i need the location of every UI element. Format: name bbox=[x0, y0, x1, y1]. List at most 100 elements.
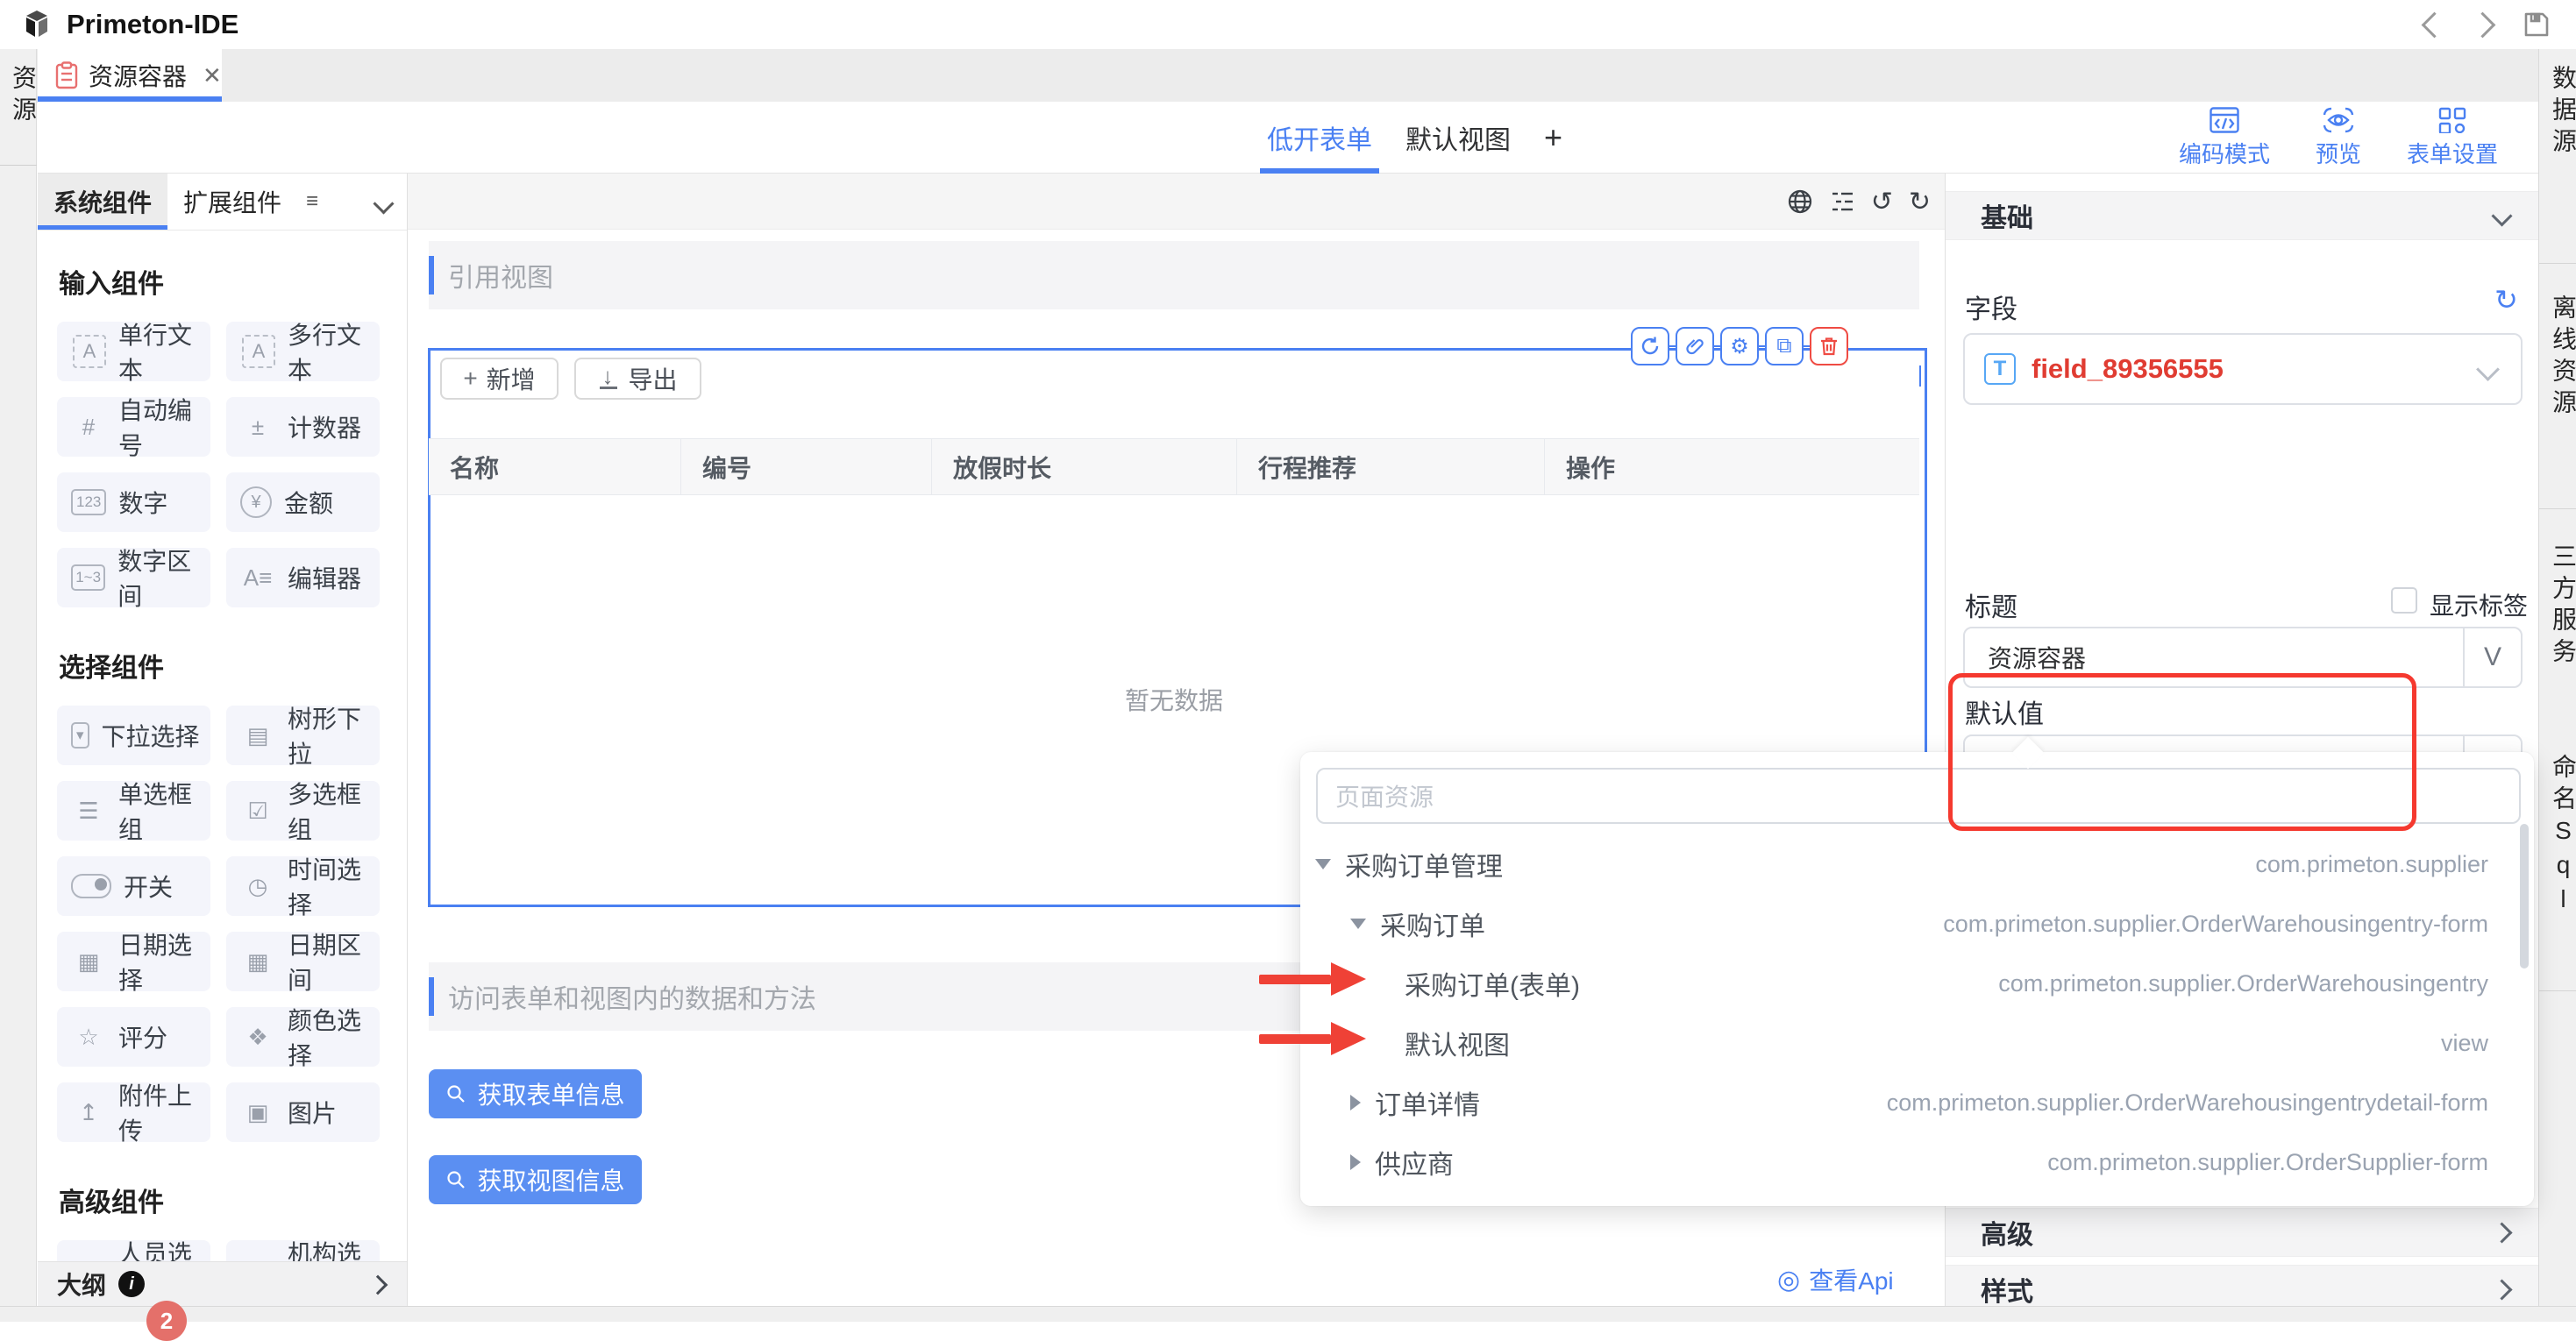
card-label: 多选框组 bbox=[288, 776, 380, 846]
tab-default-view[interactable]: 默认视图 bbox=[1405, 102, 1511, 174]
component-card-color-picker[interactable]: ❖颜色选择 bbox=[226, 1007, 380, 1067]
tree-item-code: com.primeton.supplier bbox=[2255, 851, 2488, 878]
view-api-link[interactable]: ◎ 查看Api bbox=[1777, 1262, 1894, 1297]
panel-collapse-chevron-icon[interactable] bbox=[373, 193, 394, 214]
component-card-attachment-upload[interactable]: ↥附件上传 bbox=[57, 1082, 210, 1142]
caret-down-icon[interactable] bbox=[1315, 859, 1331, 869]
section-style[interactable]: 样式 bbox=[1946, 1265, 2538, 1306]
component-card-counter[interactable]: ±计数器 bbox=[226, 397, 380, 457]
radio-group-icon: ☰ bbox=[71, 798, 106, 825]
right-rail-item-datasource[interactable]: 数据源 bbox=[2545, 65, 2576, 160]
widget-delete-button[interactable] bbox=[1810, 327, 1848, 365]
close-icon[interactable]: ✕ bbox=[203, 62, 222, 89]
component-card-number[interactable]: 123数字 bbox=[57, 472, 210, 532]
component-card-amount[interactable]: ¥金额 bbox=[226, 472, 380, 532]
i18n-globe-icon[interactable] bbox=[1787, 188, 1813, 215]
tree-item-supplier[interactable]: 供应商 com.primeton.supplier.OrderSupplier-… bbox=[1300, 1132, 2534, 1192]
tree-item-purchase-order-mgmt[interactable]: 采购订单管理 com.primeton.supplier bbox=[1300, 834, 2534, 894]
expand-chevron-icon[interactable] bbox=[2491, 1222, 2512, 1243]
right-rail-item-thirdparty[interactable]: 三方服务 bbox=[2545, 543, 2576, 670]
right-rail-item-offline[interactable]: 离线资源 bbox=[2545, 294, 2576, 421]
outline-tree-icon[interactable] bbox=[1829, 188, 1855, 215]
dropdown-search-input[interactable]: 页面资源 bbox=[1316, 768, 2521, 824]
column-header-holiday-duration[interactable]: 放假时长 bbox=[932, 439, 1237, 494]
nav-forward-icon[interactable] bbox=[2470, 11, 2496, 38]
component-card-number-range[interactable]: 1~3数字区间 bbox=[57, 548, 210, 607]
section-advanced[interactable]: 高级 bbox=[1946, 1208, 2538, 1257]
component-card-select[interactable]: ▾下拉选择 bbox=[57, 706, 210, 765]
section-header-reference-view[interactable]: 引用视图 bbox=[429, 241, 1919, 309]
widget-refresh-button[interactable] bbox=[1631, 327, 1669, 365]
field-select-value: field_89356555 bbox=[2032, 353, 2480, 385]
component-card-time-picker[interactable]: ◷时间选择 bbox=[226, 856, 380, 916]
title-variable-button[interactable]: V bbox=[2463, 628, 2521, 686]
export-button[interactable]: 导出 bbox=[574, 358, 701, 400]
show-label-checkbox[interactable] bbox=[2391, 587, 2417, 614]
widget-copy-button[interactable]: ⧉ bbox=[1765, 327, 1804, 365]
title-input[interactable]: 资源容器 V bbox=[1963, 627, 2523, 688]
field-select[interactable]: T field_89356555 bbox=[1963, 333, 2523, 405]
tab-extension-components[interactable]: 扩展组件 bbox=[167, 174, 297, 230]
component-card-switch[interactable]: 开关 bbox=[57, 856, 210, 916]
outline-bar[interactable]: 大纲 i bbox=[38, 1261, 408, 1306]
tree-item-label: 默认视图 bbox=[1405, 1024, 1510, 1062]
component-card-editor[interactable]: A≡编辑器 bbox=[226, 548, 380, 607]
card-label: 开关 bbox=[124, 869, 173, 904]
component-card-tree-select[interactable]: ▤树形下拉 bbox=[226, 706, 380, 765]
component-grid: ▾下拉选择 ▤树形下拉 ☰单选框组 ☑多选框组 开关 ◷时间选择 ▦日期选择 ▦… bbox=[57, 706, 407, 1142]
field-sync-icon[interactable]: ↻ bbox=[2494, 286, 2518, 314]
tab-lowcode-form[interactable]: 低开表单 bbox=[1267, 102, 1372, 174]
tree-item-order-detail[interactable]: 订单详情 com.primeton.supplier.OrderWarehous… bbox=[1300, 1073, 2534, 1132]
column-header-actions[interactable]: 操作 bbox=[1545, 439, 1919, 494]
component-card-multi-text[interactable]: A多行文本 bbox=[226, 322, 380, 381]
component-card-date-picker[interactable]: ▦日期选择 bbox=[57, 932, 210, 991]
tree-item-purchase-order[interactable]: 采购订单 com.primeton.supplier.OrderWarehous… bbox=[1300, 894, 2534, 954]
caret-right-icon[interactable] bbox=[1350, 1095, 1361, 1110]
column-header-trip-recommendation[interactable]: 行程推荐 bbox=[1237, 439, 1545, 494]
get-form-info-button[interactable]: 获取表单信息 bbox=[429, 1069, 642, 1118]
expand-chevron-icon[interactable] bbox=[2491, 1279, 2512, 1300]
panel-menu-icon[interactable]: ≡ bbox=[306, 189, 318, 214]
code-mode-button[interactable]: 编码模式 bbox=[2179, 107, 2270, 169]
component-card-single-text[interactable]: A单行文本 bbox=[57, 322, 210, 381]
caret-right-icon[interactable] bbox=[1350, 1154, 1361, 1170]
save-icon[interactable] bbox=[2522, 10, 2551, 39]
scrollbar-thumb[interactable] bbox=[2520, 824, 2529, 968]
left-rail-item-resource[interactable]: 资源 bbox=[5, 65, 40, 128]
component-card-checkbox-group[interactable]: ☑多选框组 bbox=[226, 781, 380, 841]
notification-badge[interactable]: 2 bbox=[146, 1301, 187, 1341]
tree-item-purchase-order-form[interactable]: 采购订单(表单) com.primeton.supplier.OrderWare… bbox=[1300, 954, 2534, 1013]
component-card-auto-number[interactable]: #自动编号 bbox=[57, 397, 210, 457]
tab-system-components[interactable]: 系统组件 bbox=[38, 174, 167, 230]
component-card-date-range[interactable]: ▦日期区间 bbox=[226, 932, 380, 991]
form-settings-icon bbox=[2438, 107, 2466, 133]
info-icon[interactable]: i bbox=[118, 1271, 145, 1297]
add-row-button[interactable]: + 新增 bbox=[440, 358, 559, 400]
page-resource-dropdown: 页面资源 采购订单管理 com.primeton.supplier 采购订单 c… bbox=[1300, 752, 2534, 1206]
tree-item-default-view[interactable]: 默认视图 view bbox=[1300, 1013, 2534, 1073]
tree-item-code: com.primeton.supplier.OrderWarehousingen… bbox=[1943, 911, 2488, 938]
widget-link-button[interactable] bbox=[1676, 327, 1714, 365]
component-card-rating[interactable]: ☆评分 bbox=[57, 1007, 210, 1067]
widget-settings-gear-button[interactable]: ⚙ bbox=[1720, 327, 1759, 365]
caret-down-icon[interactable] bbox=[1350, 919, 1366, 929]
get-view-info-button[interactable]: 获取视图信息 bbox=[429, 1155, 642, 1204]
section-base[interactable]: 基础 bbox=[1946, 191, 2538, 240]
collapse-chevron-icon[interactable] bbox=[2491, 205, 2512, 226]
column-header-code[interactable]: 编号 bbox=[681, 439, 932, 494]
component-section-title: 输入组件 bbox=[59, 262, 407, 301]
outline-expand-chevron-icon[interactable] bbox=[368, 1275, 388, 1295]
add-view-tab-button[interactable]: + bbox=[1544, 102, 1562, 174]
component-card-radio-group[interactable]: ☰单选框组 bbox=[57, 781, 210, 841]
doc-tab-resource-container[interactable]: 资源容器 ✕ bbox=[38, 49, 222, 102]
right-rail-item-namedsql[interactable]: 命名Sql bbox=[2545, 754, 2576, 919]
undo-icon[interactable]: ↺ bbox=[1871, 187, 1893, 217]
nav-back-icon[interactable] bbox=[2422, 11, 2448, 38]
app-title: Primeton-IDE bbox=[67, 9, 238, 40]
component-card-image[interactable]: ▣图片 bbox=[226, 1082, 380, 1142]
section-advanced-label: 高级 bbox=[1981, 1213, 2033, 1252]
column-header-name[interactable]: 名称 bbox=[429, 439, 681, 494]
preview-button[interactable]: 预览 bbox=[2316, 107, 2361, 169]
redo-icon[interactable]: ↻ bbox=[1909, 187, 1931, 217]
form-settings-button[interactable]: 表单设置 bbox=[2407, 107, 2498, 169]
